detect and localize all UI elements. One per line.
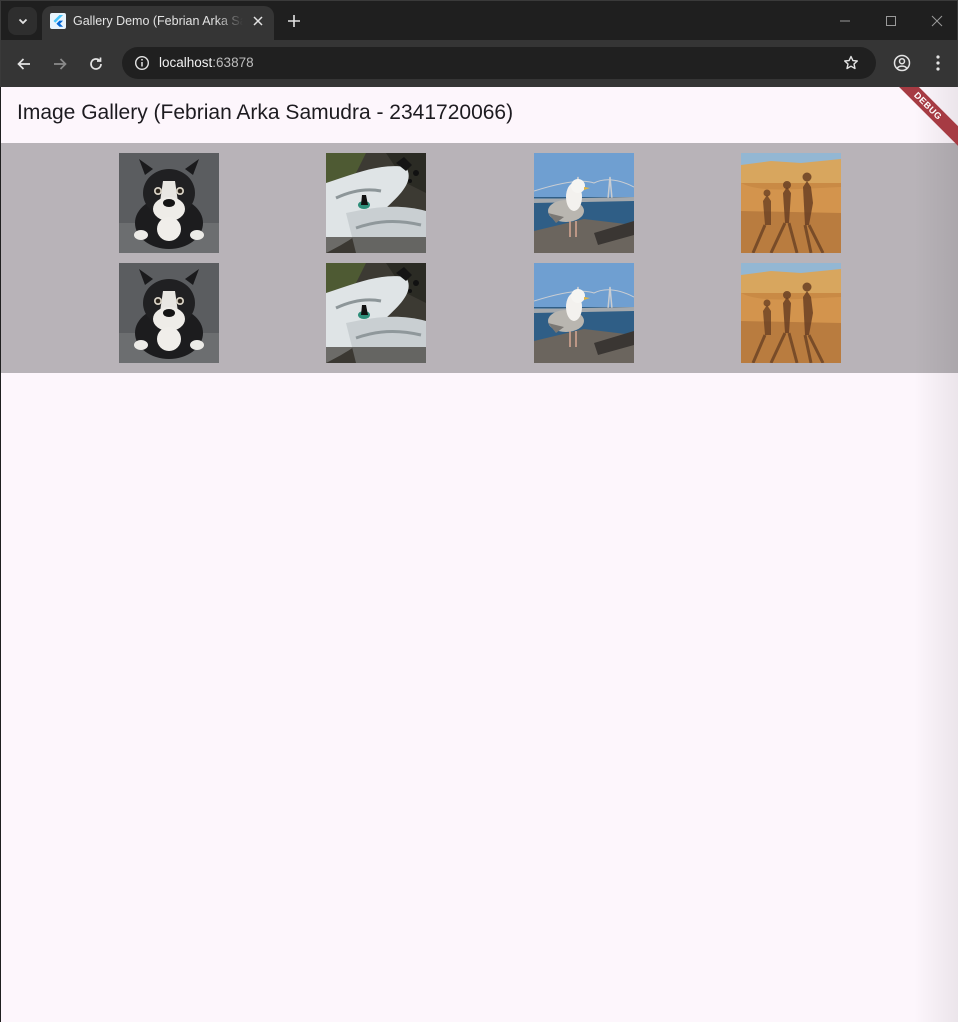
minimize-icon xyxy=(840,20,850,22)
image-grid xyxy=(1,143,958,373)
app-bar: Image Gallery (Febrian Arka Samudra - 23… xyxy=(1,87,958,143)
browser-tab[interactable]: Gallery Demo (Febrian Arka Samudra - 234… xyxy=(42,6,274,41)
back-button[interactable] xyxy=(12,52,36,76)
bookmark-button[interactable] xyxy=(840,52,862,74)
gallery-image-surfer-waterfall[interactable] xyxy=(326,263,426,363)
new-tab-button[interactable] xyxy=(283,10,305,32)
maximize-icon xyxy=(886,16,896,26)
browser-menu-button[interactable] xyxy=(927,51,949,75)
gallery-image-shadows-cliff[interactable] xyxy=(741,153,841,253)
tab-title: Gallery Demo (Febrian Arka Samudra - 234… xyxy=(73,14,243,28)
plus-icon xyxy=(288,15,300,27)
gallery-image-seagull-bridge[interactable] xyxy=(534,263,634,363)
gallery-image-dog[interactable] xyxy=(119,153,219,253)
chevron-down-icon xyxy=(18,18,27,25)
arrow-right-icon xyxy=(54,58,67,70)
profile-button[interactable] xyxy=(890,51,914,75)
gallery-image-dog[interactable] xyxy=(119,263,219,363)
browser-toolbar: localhost:63878 xyxy=(0,40,958,87)
reload-icon xyxy=(90,57,102,70)
gallery-image-shadows-cliff[interactable] xyxy=(741,263,841,363)
flutter-favicon-icon xyxy=(50,13,66,29)
tab-strip: Gallery Demo (Febrian Arka Samudra - 234… xyxy=(0,0,958,41)
window-close-button[interactable] xyxy=(926,10,948,32)
tab-close-button[interactable] xyxy=(248,11,268,31)
gallery-image-surfer-waterfall[interactable] xyxy=(326,153,426,253)
reload-button[interactable] xyxy=(84,52,108,76)
more-vertical-icon xyxy=(936,55,940,71)
url-host: localhost xyxy=(159,55,213,70)
forward-button[interactable] xyxy=(48,52,72,76)
page-content: Image Gallery (Febrian Arka Samudra - 23… xyxy=(1,87,958,1022)
info-icon xyxy=(134,55,150,71)
site-info-button[interactable] xyxy=(130,51,154,75)
minimize-button[interactable] xyxy=(834,10,856,32)
page-title: Image Gallery (Febrian Arka Samudra - 23… xyxy=(17,101,514,124)
address-bar[interactable]: localhost:63878 xyxy=(122,47,876,79)
arrow-left-icon xyxy=(17,58,30,70)
tab-search-button[interactable] xyxy=(8,7,37,35)
url-text: localhost:63878 xyxy=(159,55,254,70)
close-icon xyxy=(931,15,943,27)
star-icon xyxy=(844,55,858,70)
profile-icon xyxy=(893,54,911,72)
gallery-image-seagull-bridge[interactable] xyxy=(534,153,634,253)
maximize-button[interactable] xyxy=(880,10,902,32)
url-port: :63878 xyxy=(212,55,254,70)
close-icon xyxy=(253,16,263,26)
